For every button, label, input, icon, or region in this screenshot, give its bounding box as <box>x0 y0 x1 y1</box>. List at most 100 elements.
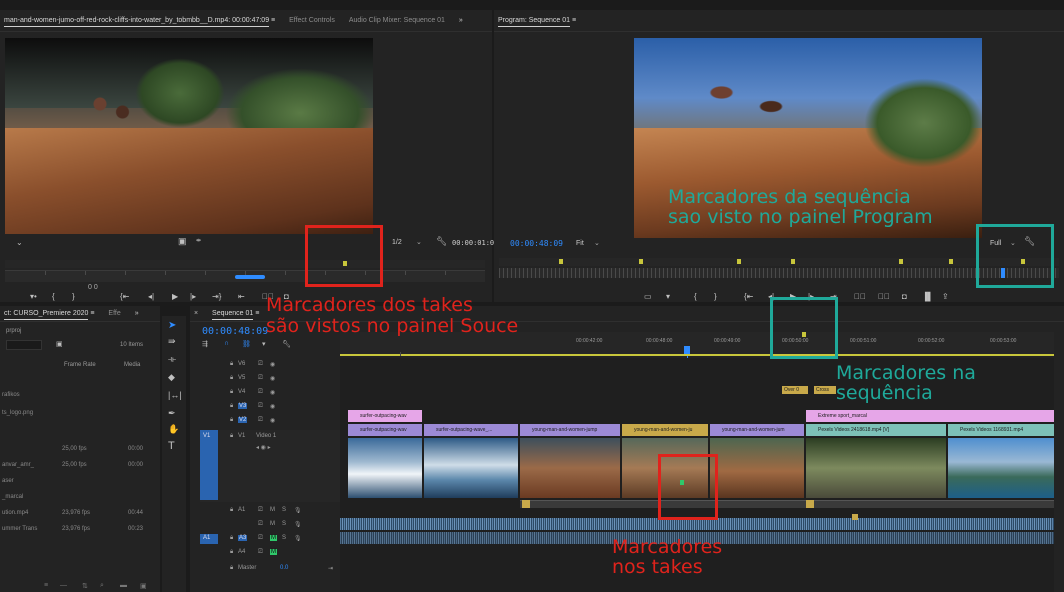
timeline-timecode[interactable]: 00:00:48:09 <box>202 326 268 337</box>
comparison-view-icon[interactable]: ▐▌ <box>922 292 933 301</box>
timeline-playhead-head[interactable] <box>684 346 690 354</box>
a1-marker-1[interactable] <box>522 500 530 508</box>
a1-marker-2[interactable] <box>806 500 814 508</box>
add-marker-icon[interactable]: ▾• <box>30 292 37 301</box>
project-search-input[interactable] <box>6 340 42 350</box>
nest-icon[interactable]: ⇶ <box>202 340 208 348</box>
timeline-wrench-icon[interactable]: 🔧︎ <box>282 340 291 348</box>
source-resolution-chevron-icon[interactable]: ⌄ <box>416 238 422 246</box>
clip-v1-4[interactable]: young-man-and-women-ju <box>622 424 708 436</box>
selection-tool-icon[interactable]: ➤ <box>168 320 176 331</box>
clip-v3-over[interactable]: Over 0 <box>782 386 808 394</box>
tab-project[interactable]: ct: CURSO_Premiere 2020 ≡ <box>0 306 102 321</box>
project-row[interactable]: anvar_amr_ 25,00 fps 00:00 <box>0 460 160 472</box>
source-resolution-select[interactable]: 1/2 <box>392 239 402 246</box>
new-bin-icon[interactable]: ▬ <box>120 582 127 589</box>
track-master: 🔒︎ Master 0.0 ⇥ <box>230 565 334 572</box>
project-column-headers: Frame Rate Media <box>0 362 160 372</box>
program-marker[interactable] <box>949 259 953 264</box>
search-icon[interactable]: ⌕ <box>100 582 104 590</box>
project-row[interactable]: ution.mp4 23,976 fps 00:44 <box>0 508 160 520</box>
razor-tool-icon[interactable]: ◆ <box>168 372 175 383</box>
vr-icon[interactable]: ⇪ <box>942 292 949 301</box>
add-marker-icon[interactable]: ▾ <box>262 340 266 348</box>
clip-v1-6[interactable]: Pexels Videos 2418618.mp4 [V] <box>806 424 946 436</box>
go-to-in-icon[interactable]: {⇤ <box>744 292 753 301</box>
column-frame-rate[interactable]: Frame Rate <box>64 362 96 368</box>
play-icon[interactable]: ▶ <box>172 292 178 301</box>
track-select-tool-icon[interactable]: ⇛ <box>168 336 176 347</box>
more-tabs-icon[interactable]: » <box>131 306 147 321</box>
hand-tool-icon[interactable]: ✋ <box>168 424 179 435</box>
tab-audio-clip-mixer[interactable]: Audio Clip Mixer: Sequence 01 <box>345 10 453 31</box>
pen-tool-icon[interactable]: ✒ <box>168 408 176 419</box>
source-settings-arrows-icon[interactable]: ⇹ <box>196 237 201 244</box>
lift-icon[interactable]: ⇡⃞ <box>854 292 866 301</box>
insert-icon[interactable]: ⇤ <box>238 292 245 301</box>
export-frame-icon[interactable]: ◘ <box>902 292 907 301</box>
source-inout-range[interactable] <box>235 275 265 279</box>
step-forward-icon[interactable]: |▸ <box>190 292 196 301</box>
source-v1-patch[interactable] <box>200 430 218 500</box>
clip-v1-5[interactable]: young-man-and-women-jum <box>710 424 804 436</box>
source-monitor-panel: man-and-women-jumo-off-red-rock-cliffs-i… <box>0 10 498 302</box>
program-marker[interactable] <box>639 259 643 264</box>
program-timecode[interactable]: 00:00:48:09 <box>510 239 563 248</box>
sort-icon[interactable]: ⇅ <box>82 582 88 590</box>
tab-source-clip[interactable]: man-and-women-jumo-off-red-rock-cliffs-i… <box>0 10 283 31</box>
program-marker[interactable] <box>791 259 795 264</box>
a1-clip-bar[interactable] <box>520 500 1054 508</box>
clip-v1-3[interactable]: young-man-and-women-jump <box>520 424 620 436</box>
step-back-icon[interactable]: ◂| <box>148 292 154 301</box>
clip-v2-extreme[interactable]: Extreme sport_marcal <box>806 410 1054 422</box>
project-row[interactable]: ummer Trans 23,976 fps 00:23 <box>0 524 160 536</box>
column-media[interactable]: Media <box>124 362 140 368</box>
zoom-slider[interactable]: — <box>60 582 67 589</box>
go-to-out-icon[interactable]: ⇥} <box>212 292 221 301</box>
mark-out-icon[interactable]: } <box>714 292 717 301</box>
linked-selection-icon[interactable]: ⛓ <box>242 340 251 348</box>
tab-sequence-01[interactable]: Sequence 01 ≡ <box>208 306 267 321</box>
program-fit-chevron-icon[interactable]: ⌄ <box>594 239 600 247</box>
ripple-edit-tool-icon[interactable]: ⟛ <box>168 354 176 365</box>
snap-icon[interactable]: ∩ <box>224 340 229 347</box>
bin-icon[interactable]: ▣ <box>56 340 63 348</box>
close-icon[interactable]: × <box>190 306 206 321</box>
safe-margins-icon[interactable]: ▭ <box>644 292 652 301</box>
program-marker[interactable] <box>559 259 563 264</box>
more-tabs-icon[interactable]: » <box>455 10 471 31</box>
list-view-icon[interactable]: ≡ <box>44 582 48 589</box>
mark-in-icon[interactable]: { <box>694 292 697 301</box>
project-row[interactable]: ts_logo.png <box>0 408 160 420</box>
clip-v1-7[interactable]: Pexels Videos 1168931.mp4 <box>948 424 1054 436</box>
tab-program[interactable]: Program: Sequence 01 ≡ <box>494 10 584 31</box>
program-marker[interactable] <box>899 259 903 264</box>
project-row[interactable]: rafikos <box>0 390 160 402</box>
mark-in-icon[interactable]: { <box>52 292 55 301</box>
program-scrubber[interactable] <box>499 268 1059 278</box>
slip-tool-icon[interactable]: |↔| <box>168 390 182 400</box>
project-row[interactable]: aser <box>0 476 160 488</box>
clip-v1-2[interactable]: surfer-outpacing-wave_... <box>424 424 518 436</box>
clip-v1-1[interactable]: surfer-outpacing-wav <box>348 424 422 436</box>
audio-marker-a3[interactable] <box>852 514 858 520</box>
safe-margins-icon[interactable]: ▣ <box>178 236 187 247</box>
source-scrubber[interactable] <box>5 270 485 282</box>
project-row[interactable]: 25,00 fps 00:00 <box>0 444 160 456</box>
project-row[interactable]: _marcal <box>0 492 160 504</box>
scrub-tick <box>85 271 86 275</box>
source-zoom-dropdown[interactable]: ⌄ <box>16 238 23 247</box>
tab-effect-controls[interactable]: Effect Controls <box>285 10 343 31</box>
mark-out-icon[interactable]: } <box>72 292 75 301</box>
clip-v2-surfer[interactable]: surfer-outpacing-wav <box>348 410 422 422</box>
go-to-in-icon[interactable]: {⇤ <box>120 292 129 301</box>
program-marker[interactable] <box>737 259 741 264</box>
add-marker-icon[interactable]: ▾ <box>666 292 670 301</box>
program-fit-select[interactable]: Fit <box>576 240 584 247</box>
source-wrench-icon[interactable]: 🔧︎ <box>436 236 447 247</box>
tab-effects[interactable]: Effe <box>104 306 128 321</box>
clip-v3-cross[interactable]: Cross <box>814 386 836 394</box>
new-item-icon[interactable]: ▣ <box>140 582 147 590</box>
type-tool-icon[interactable]: T <box>168 440 175 452</box>
extract-icon[interactable]: ⇞⃞ <box>878 292 890 301</box>
